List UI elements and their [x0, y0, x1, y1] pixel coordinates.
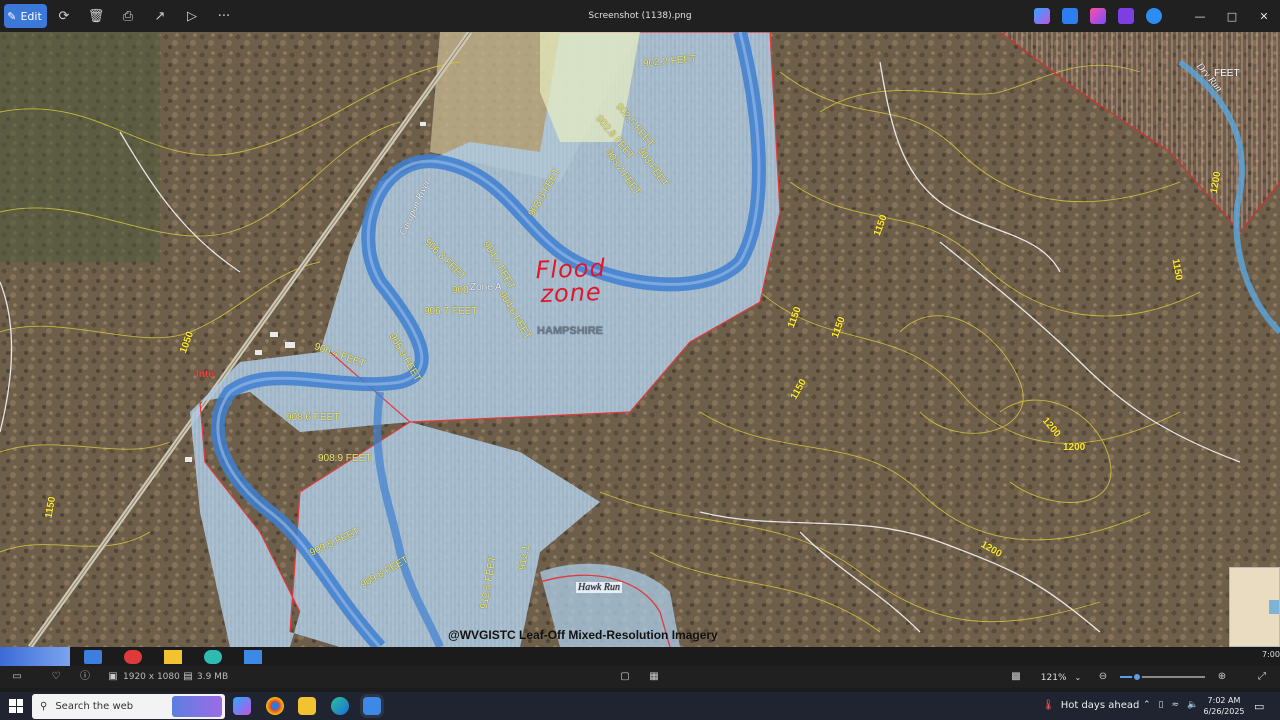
- minimap-marker: [1269, 600, 1279, 614]
- start-button[interactable]: [9, 699, 23, 713]
- zoom-slider[interactable]: [1120, 672, 1205, 682]
- clock-date: 6/26/2025: [1203, 707, 1245, 716]
- creek-label: Hawk Run: [576, 582, 622, 593]
- county-label: HAMPSHIRE: [537, 325, 604, 337]
- taskbar-clock[interactable]: 7:02 AM 6/26/2025: [1200, 695, 1248, 717]
- search-highlight-icon: [172, 696, 222, 717]
- filmstrip-thumb[interactable]: [124, 650, 142, 664]
- filmstrip-toggle-icon[interactable]: ▭: [11, 671, 23, 683]
- volume-icon[interactable]: 🔈: [1187, 700, 1198, 710]
- print-button[interactable]: ⎙: [113, 4, 143, 28]
- fullscreen-icon[interactable]: ⤢: [1256, 671, 1268, 683]
- edge-taskbar-icon[interactable]: [331, 697, 349, 715]
- printer-icon: ⎙: [122, 8, 134, 24]
- share-icon: ↗: [154, 8, 166, 24]
- file-size: 3.9 MB: [197, 672, 229, 682]
- clipchamp-icon[interactable]: [1118, 8, 1134, 24]
- wifi-icon[interactable]: ≈: [1172, 700, 1180, 710]
- elev-label: 908.6 FEET: [286, 412, 340, 423]
- chevron-up-icon[interactable]: ⌃: [1143, 700, 1151, 710]
- chrome-taskbar-icon[interactable]: [266, 697, 284, 715]
- share-button[interactable]: ↗: [145, 4, 175, 28]
- photos-taskbar-icon[interactable]: [363, 697, 381, 715]
- edit-icon: ✎: [7, 9, 17, 23]
- slideshow-icon: ▷: [187, 8, 197, 24]
- annotation-line2: zone: [539, 277, 603, 309]
- contour-label: 1200: [1063, 442, 1086, 453]
- thermometer-icon: 🌡: [1042, 700, 1055, 711]
- weather-text: Hot days ahead: [1060, 700, 1140, 711]
- app-shortcuts: [1034, 8, 1162, 24]
- notifications-icon[interactable]: ▭: [1254, 700, 1264, 713]
- actual-size-icon[interactable]: ▩: [1010, 671, 1022, 683]
- slideshow-button[interactable]: ▷: [177, 4, 207, 28]
- favorite-icon[interactable]: ♡: [50, 671, 62, 683]
- clock-time: 7:02 AM: [1207, 696, 1241, 705]
- taskbar-search[interactable]: ⚲ Search the web: [32, 694, 225, 719]
- copilot-icon[interactable]: [1034, 8, 1050, 24]
- filmstrip: 7:00: [0, 647, 1280, 666]
- delete-button[interactable]: 🗑: [81, 4, 111, 28]
- strip-time: 7:00: [1262, 650, 1280, 659]
- edit-label: Edit: [20, 9, 42, 23]
- search-placeholder: Search the web: [55, 701, 134, 712]
- maximize-button[interactable]: □: [1216, 0, 1248, 32]
- onedrive-icon[interactable]: [1146, 8, 1162, 24]
- copilot-taskbar-icon[interactable]: [233, 697, 251, 715]
- crop-icon[interactable]: ▦: [648, 671, 660, 683]
- filmstrip-thumb[interactable]: [0, 647, 70, 666]
- filmstrip-thumb[interactable]: [204, 650, 222, 664]
- image-dimensions: 1920 x 1080: [123, 672, 180, 682]
- trash-icon: 🗑: [87, 8, 105, 24]
- fit-to-window-icon[interactable]: ▢: [619, 671, 631, 683]
- close-button[interactable]: ✕: [1248, 0, 1280, 32]
- edit-button[interactable]: ✎ Edit: [4, 4, 47, 28]
- image-size-icon: ▣: [108, 671, 118, 682]
- zoom-slider-handle[interactable]: [1132, 672, 1142, 682]
- minimap-thumbnail[interactable]: [1229, 567, 1280, 647]
- designer-icon[interactable]: [1062, 8, 1078, 24]
- search-icon: ⚲: [40, 701, 48, 712]
- road-label: Inte: [196, 369, 214, 380]
- image-viewport[interactable]: Flood zone HAMPSHIRE Zone A Cacapon Rive…: [0, 32, 1280, 647]
- contour-label: 900: [452, 285, 469, 296]
- minimize-icon: —: [1194, 9, 1206, 23]
- title-bar: ✎ Edit ⟳ 🗑 ⎙ ↗ ▷ ··· Screenshot (1138).p…: [0, 0, 1280, 32]
- zoom-value: 121%: [1040, 672, 1067, 683]
- zone-label: Zone A: [470, 282, 502, 293]
- close-icon: ✕: [1259, 9, 1269, 23]
- zoom-dropdown[interactable]: 121% ⌄: [1037, 670, 1085, 685]
- contour-label: FEET: [1214, 68, 1240, 79]
- file-size-icon: ▤: [183, 671, 193, 682]
- more-icon: ···: [217, 8, 231, 24]
- elev-label: 908.9 FEET: [318, 453, 372, 464]
- flood-zone-annotation: Flood zone: [535, 254, 607, 309]
- zoom-in-icon[interactable]: ⊕: [1216, 671, 1228, 683]
- imagery-watermark: @WVGISTC Leaf-Off Mixed-Resolution Image…: [448, 628, 718, 642]
- filmstrip-thumb[interactable]: [84, 650, 102, 664]
- more-options-button[interactable]: ···: [209, 4, 239, 28]
- zoom-out-icon[interactable]: ⊖: [1097, 671, 1109, 683]
- filmstrip-thumb[interactable]: [244, 650, 262, 664]
- photos-ai-icon[interactable]: [1090, 8, 1106, 24]
- filmstrip-thumb[interactable]: [164, 650, 182, 664]
- system-tray: ⌃ ▯ ≈ 🔈: [1143, 700, 1198, 710]
- battery-icon[interactable]: ▯: [1159, 700, 1164, 710]
- rotate-icon: ⟳: [58, 8, 70, 24]
- elev-label: 906.7 FEET: [424, 306, 478, 317]
- rotate-button[interactable]: ⟳: [49, 4, 79, 28]
- weather-widget[interactable]: 🌡 Hot days ahead: [1042, 700, 1139, 711]
- maximize-icon: □: [1226, 9, 1238, 23]
- chevron-down-icon: ⌄: [1074, 673, 1082, 682]
- file-explorer-taskbar-icon[interactable]: [298, 697, 316, 715]
- minimize-button[interactable]: —: [1184, 0, 1216, 32]
- info-icon[interactable]: ⓘ: [79, 671, 91, 683]
